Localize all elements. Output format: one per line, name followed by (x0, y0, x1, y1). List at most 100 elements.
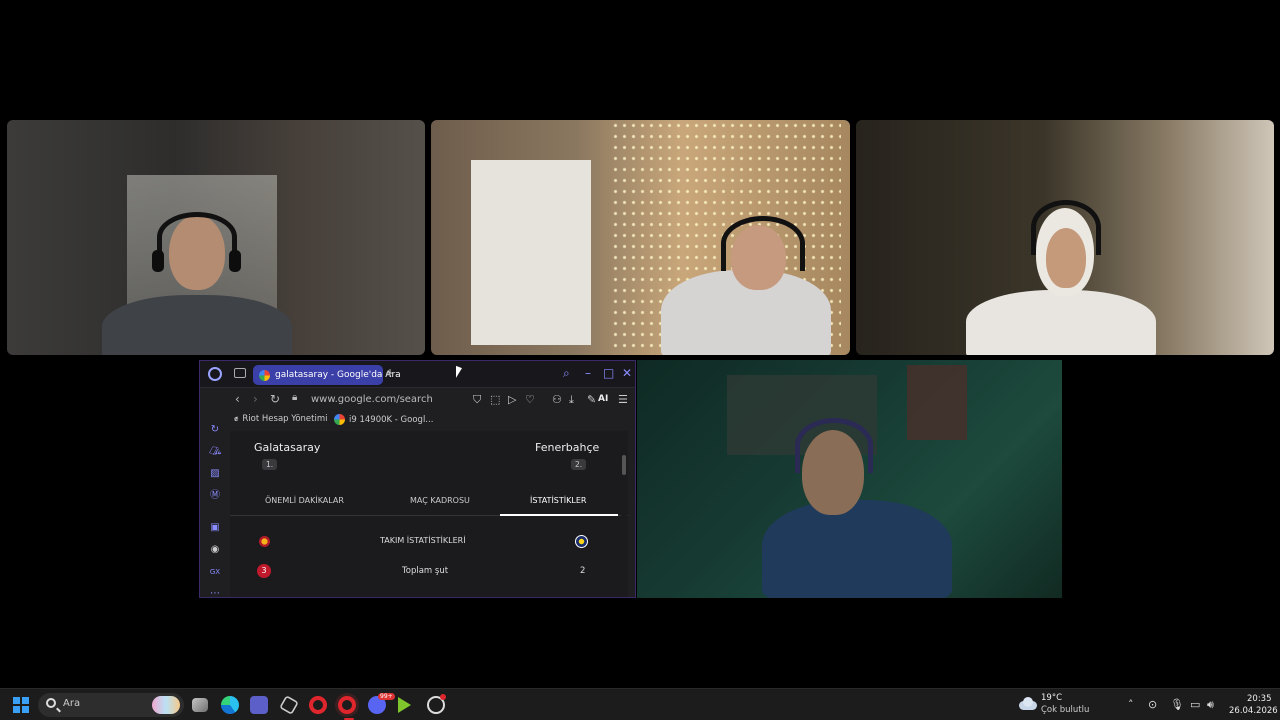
scrollbar[interactable] (621, 431, 627, 597)
forward-button[interactable]: › (253, 392, 258, 406)
minimize-button[interactable]: – (585, 366, 591, 380)
background-wardrobe (471, 160, 591, 345)
opera-gx-browser-window[interactable]: galatasaray - Google'da Ara + ⌕ – □ ✕ ‹ … (199, 360, 636, 598)
bookmark-icon[interactable]: ⛉ (473, 393, 481, 407)
address-bar: ‹ › ↻ 🔒︎ www.google.com/search ⛉ ⬚ ▷ ♡ ⚇… (200, 388, 635, 412)
steam-icon[interactable]: ⊙ (1148, 698, 1157, 711)
opera-gx-icon[interactable] (338, 696, 356, 714)
reload-icon[interactable]: ↻ (270, 392, 280, 406)
stats-header: TAKIM İSTATİSTİKLERİ (380, 536, 466, 545)
aria-ai-icon[interactable]: ✎ (587, 393, 596, 406)
cloudy-weather-icon[interactable] (1019, 697, 1037, 710)
browser-sidebar: ↻ ⛺︎ ▨ Ⓜ ▣ ◉ GX ⋯ (200, 412, 230, 597)
tab-statistics[interactable]: İSTATİSTİKLER (530, 496, 586, 505)
away-team-rank: 2. (571, 459, 587, 470)
scrollbar-thumb[interactable] (622, 455, 626, 475)
home-stat-value: 3 (257, 564, 271, 578)
tab-lineups[interactable]: MAÇ KADROSU (410, 496, 470, 505)
opera-logo-icon[interactable] (208, 367, 222, 381)
home-team-name[interactable]: Galatasaray (254, 441, 320, 454)
taskbar-search[interactable]: Ara (38, 693, 184, 717)
weather-description[interactable]: Çok bulutlu (1041, 705, 1089, 715)
bookmark-label: i9 14900K - Googl... (349, 414, 434, 425)
wallet-icon[interactable]: ⚇ (552, 393, 562, 406)
search-highlight-icon (152, 696, 180, 714)
webcam-tile-4[interactable] (637, 360, 1062, 598)
recording-indicator (440, 694, 446, 700)
galatasaray-crest-icon (259, 536, 270, 547)
twitch-icon[interactable]: ▣ (209, 522, 221, 534)
close-button[interactable]: ✕ (622, 366, 632, 380)
bookmark-riot[interactable]: ✊︎ Riot Hesap Yönetimi (234, 414, 327, 424)
tab-search-icon[interactable]: ⌕ (563, 366, 570, 381)
gx-icon[interactable]: GX (209, 566, 221, 578)
bookmark-google[interactable]: i9 14900K - Googl... (334, 414, 433, 425)
stats-header-row: TAKIM İSTATİSTİKLERİ (230, 531, 628, 555)
bookmarks-bar: ✊︎ Riot Hesap Yönetimi i9 14900K - Googl… (200, 412, 635, 430)
menu-icon[interactable]: ☰ (618, 393, 628, 406)
weather-temperature[interactable]: 19°C (1041, 693, 1062, 703)
gx-control-icon[interactable]: ↻ (209, 424, 221, 436)
search-icon (46, 698, 56, 708)
tab-key-moments[interactable]: ÖNEMLİ DAKİKALAR (265, 496, 344, 505)
person-body (102, 295, 292, 355)
headset (795, 418, 873, 473)
browser-titlebar: galatasaray - Google'da Ara + ⌕ – □ ✕ (200, 361, 635, 388)
play-icon[interactable]: ▷ (508, 393, 516, 406)
ai-label[interactable]: AI (598, 394, 608, 404)
lock-icon[interactable]: 🔒︎ (292, 392, 297, 403)
search-results-content: Galatasaray 1. Fenerbahçe 2. ÖNEMLİ DAKİ… (230, 431, 628, 597)
gx-cleaner-icon[interactable]: ▨ (209, 468, 221, 480)
headset (1031, 200, 1101, 255)
edge-icon[interactable] (221, 696, 239, 714)
app-hexagon-icon[interactable] (279, 695, 299, 715)
person-body (966, 290, 1156, 355)
clock-date[interactable]: 26.04.2026 (1229, 706, 1278, 716)
clock-time[interactable]: 20:35 (1247, 694, 1272, 704)
google-favicon-icon (334, 414, 345, 425)
media-player-icon[interactable] (398, 697, 411, 713)
back-button[interactable]: ‹ (235, 392, 240, 406)
network-icon[interactable]: ▭ (1190, 698, 1200, 711)
microphone-icon[interactable]: 🎙︎ (1170, 698, 1184, 711)
messenger-icon[interactable]: Ⓜ (209, 490, 221, 502)
discord-icon[interactable]: ◉ (209, 544, 221, 556)
url-field[interactable]: www.google.com/search (311, 394, 433, 405)
mouse-cursor-icon (456, 365, 462, 381)
tab-title: galatasaray - Google'da Ara (275, 370, 401, 380)
bookmark-label: Riot Hesap Yönetimi (242, 414, 328, 424)
google-favicon-icon (259, 369, 270, 381)
webcam-tile-2[interactable] (431, 120, 850, 355)
teams-icon[interactable] (250, 696, 268, 714)
chevron-up-icon[interactable]: ˄ (1128, 698, 1134, 711)
tab-google-search[interactable]: galatasaray - Google'da Ara (253, 365, 401, 385)
volume-icon[interactable]: 🔊︎ (1207, 698, 1214, 712)
person-jersey (762, 500, 952, 598)
tab-island-icon[interactable] (234, 368, 246, 378)
snapshot-icon[interactable]: ⬚ (490, 393, 500, 406)
fenerbahce-crest-icon (575, 535, 588, 548)
away-team-name[interactable]: Fenerbahçe (535, 441, 599, 454)
task-view-icon[interactable] (192, 698, 208, 712)
discord-badge: 99+ (378, 693, 395, 700)
stat-row: 3 Toplam şut 2 (230, 561, 628, 585)
windows-taskbar: Ara 99+ 19°C Çok bulutlu ˄ ⊙ 🎙︎ ▭ 🔊︎ 20:… (0, 688, 1280, 720)
start-button-windows-icon[interactable] (13, 697, 29, 713)
riot-icon: ✊︎ (234, 414, 239, 423)
opera-icon[interactable] (309, 696, 327, 714)
search-placeholder: Ara (63, 698, 81, 709)
more-icon[interactable]: ⋯ (209, 588, 221, 597)
webcam-tile-3[interactable] (856, 120, 1274, 355)
new-tab-button[interactable]: + (385, 366, 395, 380)
match-tabs: ÖNEMLİ DAKİKALAR MAÇ KADROSU İSTATİSTİKL… (230, 486, 628, 516)
call-stage: galatasaray - Google'da Ara + ⌕ – □ ✕ ‹ … (0, 0, 1280, 688)
away-stat-value: 2 (580, 566, 586, 576)
background-poster (907, 365, 967, 440)
webcam-tile-1[interactable] (7, 120, 425, 355)
gx-corner-icon[interactable]: ⛺︎ (209, 446, 222, 458)
download-icon[interactable]: ⤓ (569, 393, 574, 407)
home-team-rank: 1. (262, 459, 278, 470)
headset (157, 212, 237, 262)
heart-icon[interactable]: ♡ (525, 393, 535, 406)
maximize-button[interactable]: □ (603, 366, 614, 380)
